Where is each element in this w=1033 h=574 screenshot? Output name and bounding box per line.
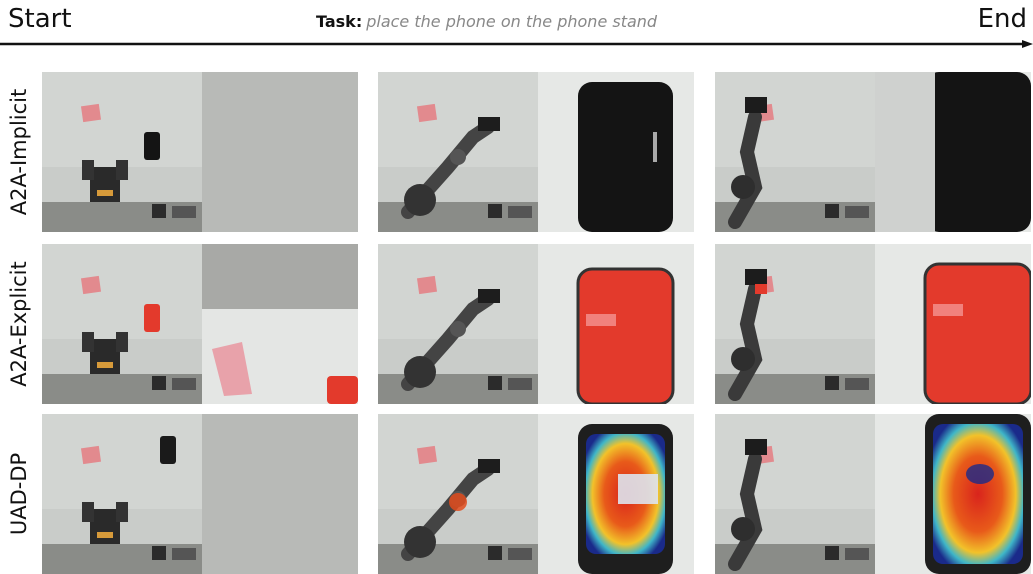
frame-image	[42, 414, 358, 574]
frame-image	[378, 72, 694, 232]
row-label-a2a-explicit: A2A-Explicit	[7, 261, 31, 387]
row-label-uad-dp: UAD-DP	[7, 452, 32, 536]
frame-row1-step2	[378, 72, 694, 232]
frame-row2-step3	[715, 244, 1031, 404]
frame-image	[42, 244, 358, 404]
frame-image	[42, 72, 358, 232]
frame-image	[715, 244, 1031, 404]
frame-row1-step3	[715, 72, 1031, 232]
timeline-start-label: Start	[8, 4, 72, 34]
frame-row1-step1	[42, 72, 358, 232]
frame-image	[715, 72, 1031, 232]
frame-row3-step2	[378, 414, 694, 574]
frame-row3-step3	[715, 414, 1031, 574]
task-description: Task: place the phone on the phone stand	[316, 12, 657, 31]
timeline-arrow	[0, 40, 1033, 48]
frame-image	[378, 414, 694, 574]
frame-row3-step1	[42, 414, 358, 574]
row-label-a2a-implicit: A2A-Implicit	[7, 88, 32, 216]
task-text: place the phone on the phone stand	[366, 12, 658, 31]
frame-image	[378, 244, 694, 404]
frame-image	[715, 414, 1031, 574]
frame-row2-step1	[42, 244, 358, 404]
task-label: Task:	[316, 12, 363, 31]
frame-row2-step2	[378, 244, 694, 404]
timeline-end-label: End	[977, 4, 1027, 34]
